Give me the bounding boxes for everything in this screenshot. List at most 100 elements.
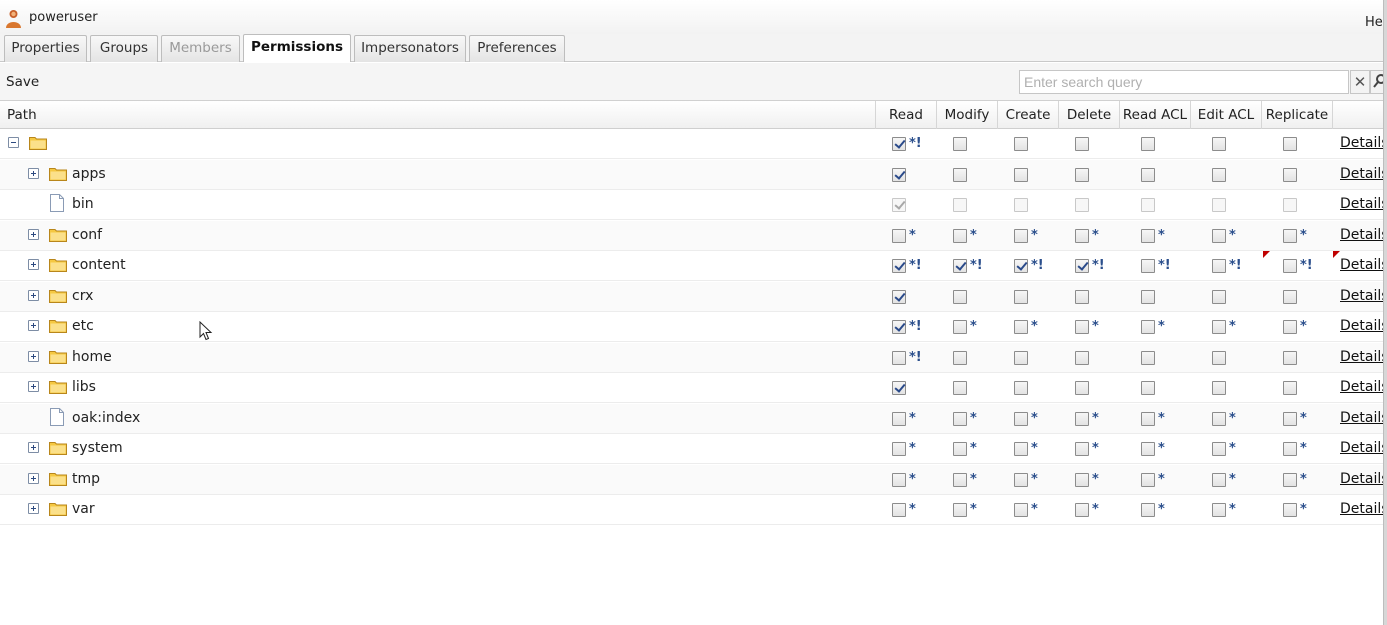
permission-checkbox[interactable] — [1141, 473, 1155, 487]
column-create[interactable]: Create — [998, 101, 1059, 129]
permission-checkbox[interactable] — [1141, 503, 1155, 517]
column-read-acl[interactable]: Read ACL — [1120, 101, 1191, 129]
expand-icon[interactable] — [28, 290, 39, 301]
expand-icon[interactable] — [28, 473, 39, 484]
permission-checkbox[interactable] — [1212, 320, 1226, 334]
tree-row[interactable]: system * * * * * * * Details — [0, 434, 1387, 464]
permission-checkbox[interactable] — [892, 259, 906, 273]
permission-checkbox[interactable] — [1075, 442, 1089, 456]
permission-checkbox[interactable] — [892, 290, 906, 304]
permission-checkbox[interactable] — [892, 473, 906, 487]
permission-checkbox[interactable] — [1075, 229, 1089, 243]
details-link[interactable]: Details — [1340, 196, 1387, 212]
permission-checkbox[interactable] — [892, 412, 906, 426]
permission-checkbox[interactable] — [1014, 259, 1028, 273]
permission-checkbox[interactable] — [1075, 412, 1089, 426]
permission-checkbox[interactable] — [953, 412, 967, 426]
permission-checkbox[interactable] — [1283, 259, 1297, 273]
permission-checkbox[interactable] — [1014, 168, 1028, 182]
permission-checkbox[interactable] — [953, 351, 967, 365]
permission-checkbox[interactable] — [1141, 290, 1155, 304]
details-link[interactable]: Details — [1340, 379, 1387, 395]
details-link[interactable]: Details — [1340, 227, 1387, 243]
permission-checkbox[interactable] — [1212, 473, 1226, 487]
tab-permissions[interactable]: Permissions — [243, 34, 351, 62]
tree-row[interactable]: apps Details — [0, 160, 1387, 190]
permission-checkbox[interactable] — [953, 473, 967, 487]
permission-checkbox[interactable] — [953, 168, 967, 182]
expand-icon[interactable] — [28, 229, 39, 240]
search-input[interactable] — [1019, 70, 1349, 94]
tree-row[interactable]: tmp * * * * * * * Details — [0, 465, 1387, 495]
details-link[interactable]: Details — [1340, 318, 1387, 334]
permission-checkbox[interactable] — [1075, 351, 1089, 365]
permission-checkbox[interactable] — [892, 442, 906, 456]
search-icon[interactable] — [1370, 70, 1384, 94]
tree-row[interactable]: content *! *! *! *! *! *! *! Details — [0, 251, 1387, 281]
permission-checkbox[interactable] — [1141, 442, 1155, 456]
permission-checkbox[interactable] — [892, 320, 906, 334]
permission-checkbox[interactable] — [1141, 259, 1155, 273]
column-edit-acl[interactable]: Edit ACL — [1191, 101, 1262, 129]
permission-checkbox[interactable] — [1283, 442, 1297, 456]
permission-checkbox[interactable] — [953, 229, 967, 243]
tree-row[interactable]: crx Details — [0, 282, 1387, 312]
tree-row[interactable]: libs Details — [0, 373, 1387, 403]
column-read[interactable]: Read — [876, 101, 937, 129]
permission-checkbox[interactable] — [1283, 412, 1297, 426]
details-link[interactable]: Details — [1340, 349, 1387, 365]
expand-icon[interactable] — [28, 442, 39, 453]
permission-checkbox[interactable] — [1075, 503, 1089, 517]
details-link[interactable]: Details — [1340, 288, 1387, 304]
permission-checkbox[interactable] — [1283, 473, 1297, 487]
permission-checkbox[interactable] — [1141, 381, 1155, 395]
expand-icon[interactable] — [28, 351, 39, 362]
permission-checkbox[interactable] — [892, 168, 906, 182]
expand-icon[interactable] — [28, 503, 39, 514]
permission-checkbox[interactable] — [953, 442, 967, 456]
permission-checkbox[interactable] — [1283, 290, 1297, 304]
permission-checkbox[interactable] — [1283, 137, 1297, 151]
collapse-icon[interactable] — [8, 137, 19, 148]
permission-checkbox[interactable] — [1075, 290, 1089, 304]
permission-checkbox[interactable] — [1141, 229, 1155, 243]
column-replicate[interactable]: Replicate — [1262, 101, 1333, 129]
permission-checkbox[interactable] — [953, 381, 967, 395]
column-modify[interactable]: Modify — [937, 101, 998, 129]
permission-checkbox[interactable] — [1212, 137, 1226, 151]
permission-checkbox[interactable] — [1075, 320, 1089, 334]
permission-checkbox[interactable] — [1212, 168, 1226, 182]
permission-checkbox[interactable] — [1075, 381, 1089, 395]
details-link[interactable]: Details — [1340, 135, 1387, 151]
permission-checkbox[interactable] — [1283, 503, 1297, 517]
permission-checkbox[interactable] — [953, 259, 967, 273]
permission-checkbox[interactable] — [1212, 442, 1226, 456]
permission-checkbox[interactable] — [892, 351, 906, 365]
permission-checkbox[interactable] — [892, 229, 906, 243]
column-delete[interactable]: Delete — [1059, 101, 1120, 129]
tree-row[interactable]: *! Details — [0, 129, 1387, 159]
permission-checkbox[interactable] — [953, 320, 967, 334]
permission-checkbox[interactable] — [1212, 259, 1226, 273]
tab-preferences[interactable]: Preferences — [469, 35, 565, 62]
permission-checkbox[interactable] — [1014, 320, 1028, 334]
permission-checkbox[interactable] — [1212, 229, 1226, 243]
permission-checkbox[interactable] — [1075, 168, 1089, 182]
details-link[interactable]: Details — [1340, 410, 1387, 426]
permission-checkbox[interactable] — [1014, 412, 1028, 426]
permission-checkbox[interactable] — [1014, 290, 1028, 304]
permission-checkbox[interactable] — [953, 290, 967, 304]
permission-checkbox[interactable] — [1283, 351, 1297, 365]
permission-checkbox[interactable] — [1141, 320, 1155, 334]
permission-checkbox[interactable] — [1283, 229, 1297, 243]
close-icon[interactable]: ✕ — [1350, 70, 1370, 94]
permission-checkbox[interactable] — [1212, 412, 1226, 426]
expand-icon[interactable] — [28, 381, 39, 392]
tab-properties[interactable]: Properties — [4, 35, 87, 62]
permission-checkbox[interactable] — [1283, 320, 1297, 334]
permission-checkbox[interactable] — [1014, 381, 1028, 395]
permission-checkbox[interactable] — [1283, 381, 1297, 395]
permission-checkbox[interactable] — [892, 503, 906, 517]
permission-checkbox[interactable] — [1141, 137, 1155, 151]
tree-row[interactable]: home *! Details — [0, 343, 1387, 373]
